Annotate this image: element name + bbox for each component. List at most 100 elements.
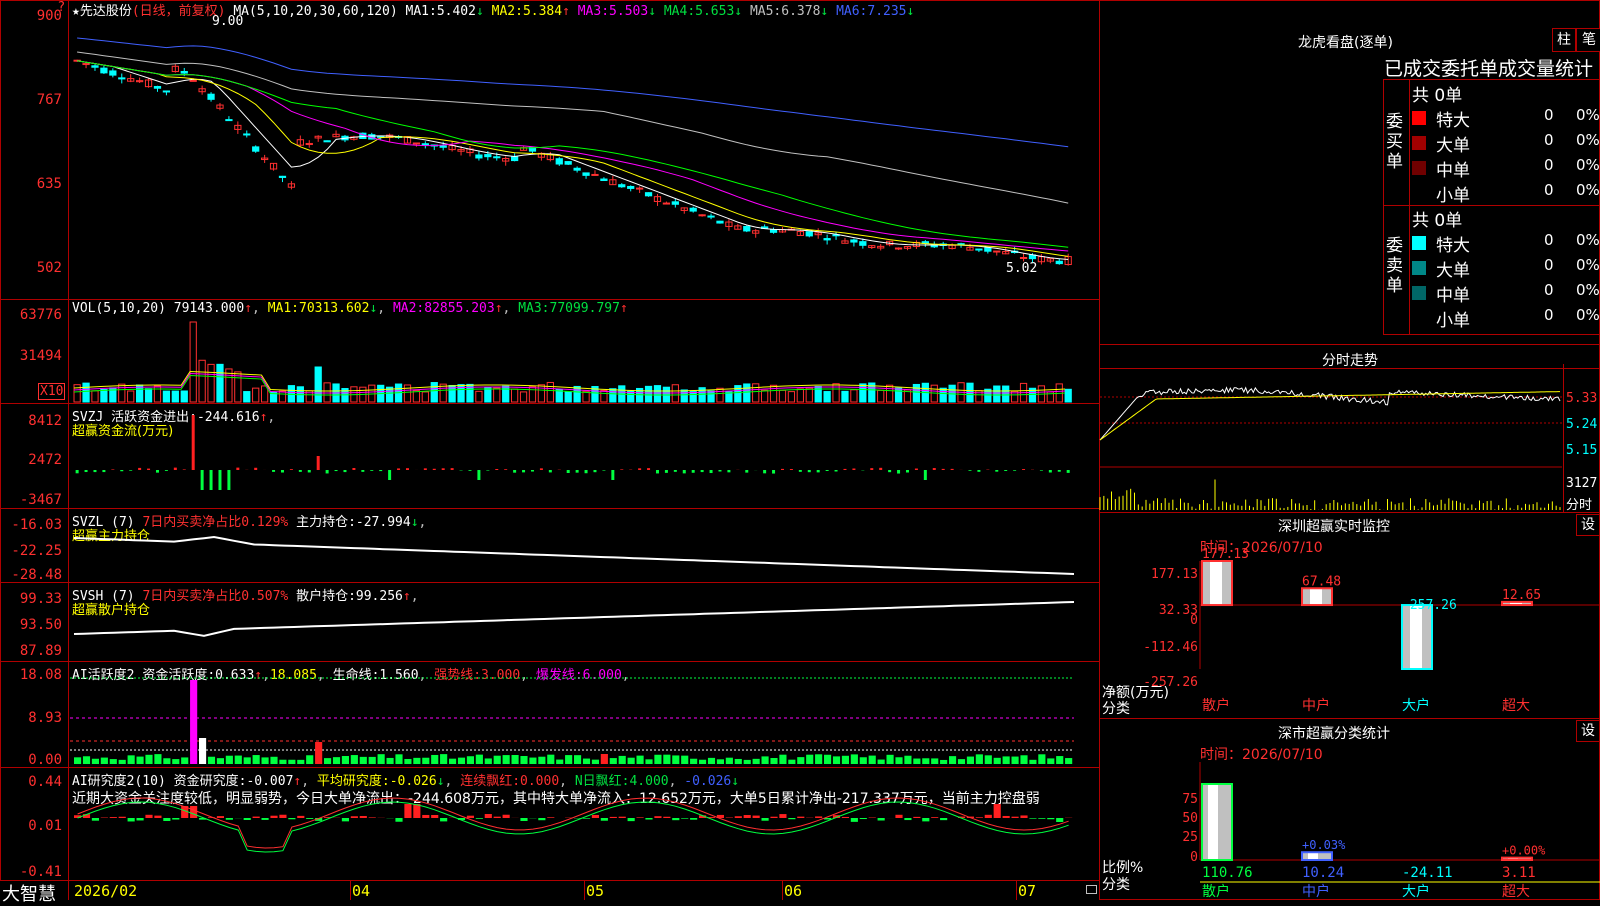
ai2-bar <box>449 759 456 764</box>
intraday-canvas[interactable] <box>1100 370 1562 512</box>
kline-candle <box>190 80 196 81</box>
volume-bar <box>645 386 651 402</box>
chart-category-3: 超大 <box>1502 698 1530 714</box>
air-bar <box>422 815 429 818</box>
lock-icon[interactable] <box>1086 885 1097 894</box>
brand-label[interactable]: 大智慧 <box>2 880 56 906</box>
ma-line-2 <box>77 61 1068 257</box>
volume-bar <box>172 391 178 402</box>
class-category-3: 超大 <box>1502 884 1530 900</box>
tick-mode-button[interactable]: 笔 <box>1576 28 1600 52</box>
air-bar <box>244 818 251 820</box>
color-swatch-icon <box>1412 311 1426 325</box>
class-bar-1 <box>1302 852 1332 860</box>
class-bar-highlight <box>1208 784 1218 860</box>
volume-bar <box>601 391 607 402</box>
ai2-bar <box>270 757 277 764</box>
kline-candle <box>101 68 107 73</box>
air-bar <box>288 818 295 819</box>
ai2-bar <box>503 755 510 764</box>
ai2-bar <box>512 755 519 764</box>
svzl-canvas[interactable] <box>70 530 1098 582</box>
air-bar <box>637 817 644 818</box>
volume-bar <box>128 391 134 402</box>
air-line-red <box>78 798 1069 848</box>
volume-bar <box>226 369 232 402</box>
intraday-price-0: 5.33 <box>1566 391 1597 406</box>
kline-candle <box>806 232 812 236</box>
sz-class-settings-button[interactable]: 设 <box>1576 720 1600 742</box>
ma-line-6 <box>77 38 1068 147</box>
class-annotation-3: +0.00% <box>1502 844 1546 858</box>
ma5-arrow: ↓ <box>820 4 828 19</box>
volume-bar <box>654 386 660 402</box>
ma1-value: 5.402 <box>437 4 476 19</box>
volume-bar <box>485 388 491 402</box>
ai2-canvas[interactable] <box>70 678 1098 766</box>
chart-bar-highlight <box>1210 561 1222 605</box>
ai2-bar <box>324 758 331 764</box>
ai2-bar <box>404 759 411 764</box>
xaxis-label-2: 05 <box>586 882 604 900</box>
air-bar <box>672 818 679 820</box>
ai2-bar <box>163 758 170 764</box>
color-swatch-icon <box>1412 186 1426 200</box>
ai2-bar <box>949 756 956 764</box>
kline-candle <box>699 215 705 216</box>
air-canvas[interactable] <box>70 796 1098 880</box>
volume-bar <box>547 382 553 402</box>
air-bar <box>940 818 947 820</box>
kline-canvas[interactable] <box>70 20 1098 298</box>
ai2-bar <box>922 758 929 764</box>
lhb-row-buy-1: 大单00% <box>1412 131 1600 155</box>
air-bar <box>815 816 822 818</box>
air-bar <box>1003 816 1010 818</box>
volume-bar <box>708 391 714 402</box>
sz-monitor-chart[interactable]: 177.13散户67.48中户-257.26大户12.65超大 <box>1200 556 1600 716</box>
air-bar <box>520 818 527 821</box>
stock-name[interactable]: ★先达股份 <box>72 4 132 19</box>
air-nday-value: 4.000 <box>629 774 668 789</box>
sz-monitor-settings-button[interactable]: 设 <box>1576 514 1600 536</box>
volume-bar <box>101 389 107 402</box>
air-bar <box>904 818 911 820</box>
ai2-bar <box>1065 758 1072 764</box>
ai2-bar <box>833 756 840 764</box>
air-avg-arrow: ↓ <box>437 774 445 789</box>
air-bar <box>217 816 224 818</box>
intraday-header-line <box>1099 368 1600 369</box>
svsh-canvas[interactable] <box>70 596 1098 660</box>
volume-bar <box>92 391 98 402</box>
lhb-row-count: 0 <box>1544 106 1554 124</box>
volume-canvas[interactable] <box>70 316 1098 402</box>
volume-bar <box>119 384 125 402</box>
column-mode-button[interactable]: 柱 <box>1552 28 1576 52</box>
xaxis-label-4: 07 <box>1018 882 1036 900</box>
kline-candle <box>592 174 598 175</box>
ai2-bar <box>83 756 90 764</box>
lhb-row-pct: 0% <box>1576 306 1600 324</box>
air-bar <box>476 818 483 819</box>
main-header: ★先达股份(日线，前复权) MA(5,10,20,30,60,120) MA1:… <box>72 0 914 19</box>
air-bar <box>503 815 510 818</box>
svzj-canvas[interactable] <box>70 420 1098 508</box>
air-bar <box>128 818 135 821</box>
air-bar <box>619 817 626 818</box>
vol-ma2-value: 82855.203 <box>424 301 494 316</box>
ai2-bar <box>395 754 402 764</box>
vol-ma1-arrow: ↓ <box>369 301 377 316</box>
air-bar <box>628 818 635 821</box>
air-bar <box>306 818 313 819</box>
sz-class-title: 深市超赢分类统计 <box>1278 723 1390 743</box>
volume-bar <box>565 392 571 402</box>
class-value-0: 110.76 <box>1202 865 1253 881</box>
air-bar <box>538 818 545 820</box>
kline-candle <box>628 186 634 188</box>
ma4-arrow: ↓ <box>734 4 742 19</box>
kline-candle <box>476 155 482 158</box>
sz-class-chart[interactable]: 110.76散户+0.03%10.24中户-24.11大户+0.00%3.11超… <box>1200 762 1600 900</box>
air-last-arrow: ↓ <box>731 774 739 789</box>
ai2-bar <box>1020 755 1027 764</box>
kline-ytick-0: 900 <box>0 8 62 24</box>
vol-value: 79143.000 <box>174 301 244 316</box>
